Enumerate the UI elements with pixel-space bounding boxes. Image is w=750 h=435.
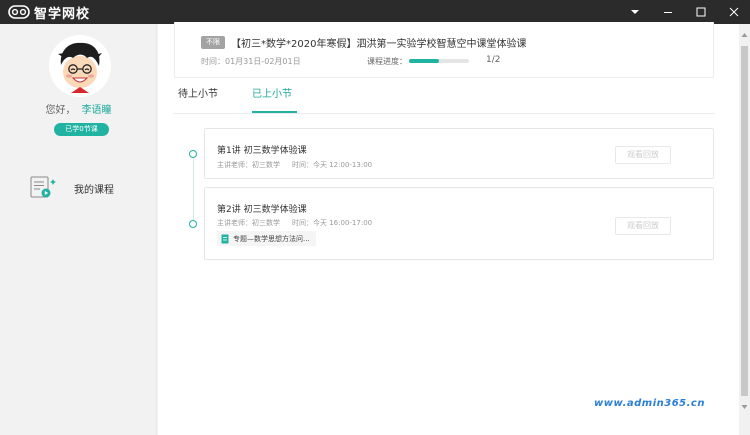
scrollbar-thumb[interactable] [741, 46, 748, 396]
user-greeting: 您好， 李语瞳 [0, 101, 157, 116]
lesson-time: 时间：今天 16:00-17:00 [292, 219, 373, 227]
scroll-down-icon[interactable] [739, 402, 750, 412]
lesson-meta: 主讲老师：初三数学 时间：今天 12:00-13:00 [217, 160, 372, 170]
main-content: 不限 【初三*数学*2020年寒假】泗洪第一实验学校智慧空中课堂体验课 时间：0… [158, 22, 739, 435]
timeline-dot [189, 220, 197, 228]
progress-bar [409, 59, 469, 63]
minimize-icon [663, 12, 672, 13]
lesson-time: 时间：今天 12:00-13:00 [292, 161, 373, 169]
sidebar: 您好， 李语瞳 已学0节课 我的课程 [0, 24, 157, 435]
lesson-meta: 主讲老师：初三数学 时间：今天 16:00-17:00 [217, 218, 372, 228]
site-watermark: www.admin365.cn [594, 398, 705, 409]
progress-fill [409, 59, 439, 63]
lesson-teacher: 主讲老师：初三数学 [217, 161, 280, 169]
watch-replay-button[interactable]: 观看回放 [615, 146, 671, 164]
active-tab-indicator [252, 111, 297, 113]
close-button[interactable] [717, 0, 750, 24]
maximize-icon [696, 7, 705, 17]
avatar[interactable] [49, 35, 111, 97]
scrollbar[interactable] [739, 24, 750, 435]
dropdown-button[interactable] [618, 0, 651, 24]
user-name[interactable]: 李语瞳 [82, 105, 112, 116]
document-icon [221, 234, 229, 243]
timeline-line [193, 154, 194, 224]
progress-label: 课程进度： [367, 57, 407, 66]
lessons-learned-badge: 已学0节课 [54, 123, 109, 136]
cartoon-boy-avatar-icon [49, 35, 111, 97]
lesson-title: 第1讲 初三数学体验课 [217, 146, 307, 156]
close-icon [729, 7, 738, 17]
course-material-item[interactable]: 专题—数学思想方法问... [217, 231, 316, 246]
course-info-card: 不限 【初三*数学*2020年寒假】泗洪第一实验学校智慧空中课堂体验课 时间：0… [174, 22, 714, 78]
progress-count: 1/2 [486, 55, 501, 65]
app-logo: 智学网校 [8, 3, 90, 22]
material-label: 专题—数学思想方法问... [233, 234, 310, 243]
maximize-button[interactable] [684, 0, 717, 24]
lesson-teacher: 主讲老师：初三数学 [217, 219, 280, 227]
logo-icon [8, 5, 30, 19]
app-title: 智学网校 [34, 6, 91, 22]
timeline-dot [189, 150, 197, 158]
course-document-icon [30, 176, 56, 198]
minimize-button[interactable] [651, 0, 684, 24]
greeting-text: 您好， [45, 105, 76, 116]
course-tag: 不限 [201, 36, 225, 49]
title-bar: 智学网校 [0, 0, 750, 24]
watch-replay-button[interactable]: 观看回放 [615, 217, 671, 235]
sidebar-item-my-courses[interactable]: 我的课程 [30, 176, 114, 200]
sidebar-item-label: 我的课程 [74, 184, 114, 196]
scroll-up-icon[interactable] [739, 30, 750, 40]
lesson-title: 第2讲 初三数学体验课 [217, 205, 307, 215]
course-date-range: 时间：01月31日-02月01日 [201, 57, 301, 66]
tab-pending-lessons[interactable]: 待上小节 [178, 88, 218, 114]
lesson-card-2: 第2讲 初三数学体验课 主讲老师：初三数学 时间：今天 16:00-17:00 专… [204, 187, 714, 260]
lesson-card-1: 第1讲 初三数学体验课 主讲老师：初三数学 时间：今天 12:00-13:00 观… [204, 128, 714, 179]
course-title: 【初三*数学*2020年寒假】泗洪第一实验学校智慧空中课堂体验课 [231, 39, 527, 50]
lesson-tabs: 待上小节 已上小节 [174, 88, 714, 114]
caret-down-icon [630, 10, 639, 14]
